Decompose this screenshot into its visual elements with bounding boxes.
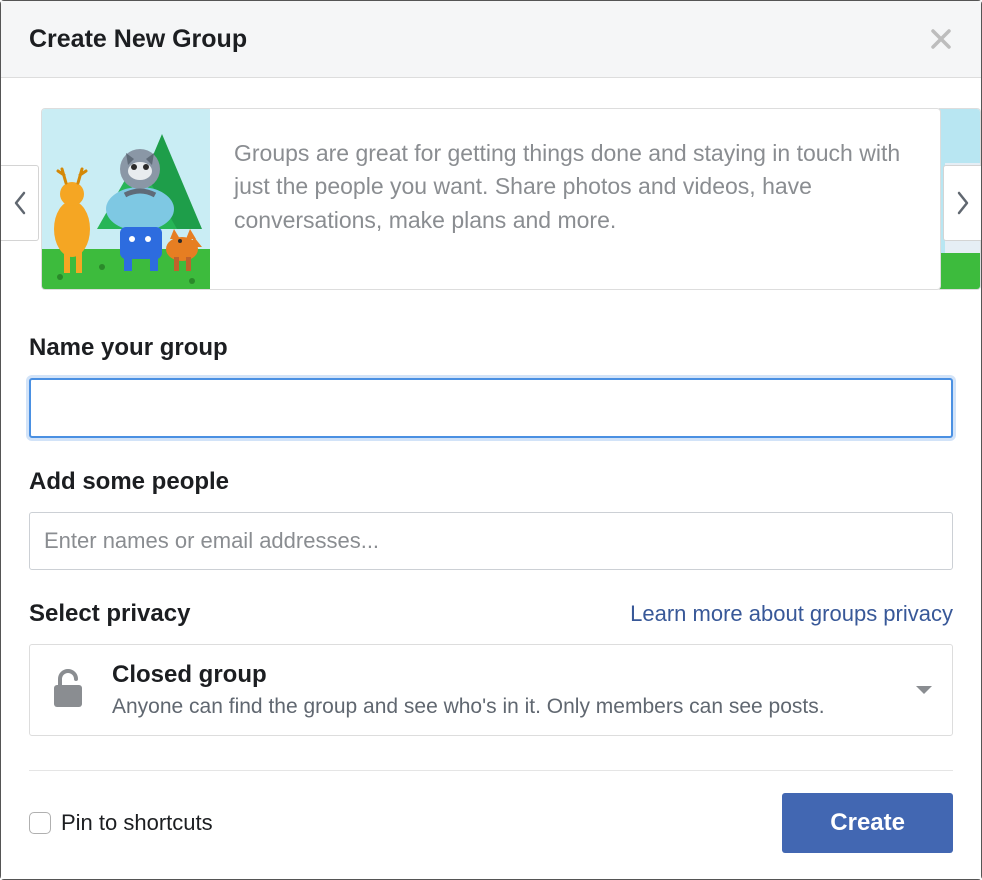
privacy-selected-text: Closed group Anyone can find the group a… [112,661,916,719]
chevron-down-icon [916,686,932,694]
create-group-modal: Create New Group [0,0,982,880]
create-button[interactable]: Create [782,793,953,853]
add-people-input[interactable] [29,512,953,570]
info-carousel: Groups are great for getting things done… [29,108,953,298]
carousel-next-button[interactable] [943,165,981,241]
privacy-option-description: Anyone can find the group and see who's … [112,695,916,719]
privacy-select[interactable]: Closed group Anyone can find the group a… [29,644,953,736]
carousel-prev-button[interactable] [1,165,39,241]
modal-title: Create New Group [29,25,247,54]
lock-open-icon [50,667,90,714]
footer-divider [29,770,953,771]
learn-more-privacy-link[interactable]: Learn more about groups privacy [630,601,953,627]
info-card-text: Groups are great for getting things done… [210,109,940,289]
modal-header: Create New Group [1,1,981,78]
add-people-label: Add some people [29,468,953,496]
group-name-input[interactable] [29,378,953,438]
select-privacy-label: Select privacy [29,600,190,628]
privacy-option-title: Closed group [112,661,916,689]
pin-to-shortcuts-option[interactable]: Pin to shortcuts [29,810,213,836]
info-card: Groups are great for getting things done… [41,108,941,290]
modal-body: Groups are great for getting things done… [1,78,981,879]
group-illustration [42,109,210,289]
name-group-label: Name your group [29,334,953,362]
modal-footer: Pin to shortcuts Create [29,793,953,879]
close-icon[interactable] [929,27,953,51]
pin-checkbox[interactable] [29,812,51,834]
pin-checkbox-label: Pin to shortcuts [61,810,213,836]
